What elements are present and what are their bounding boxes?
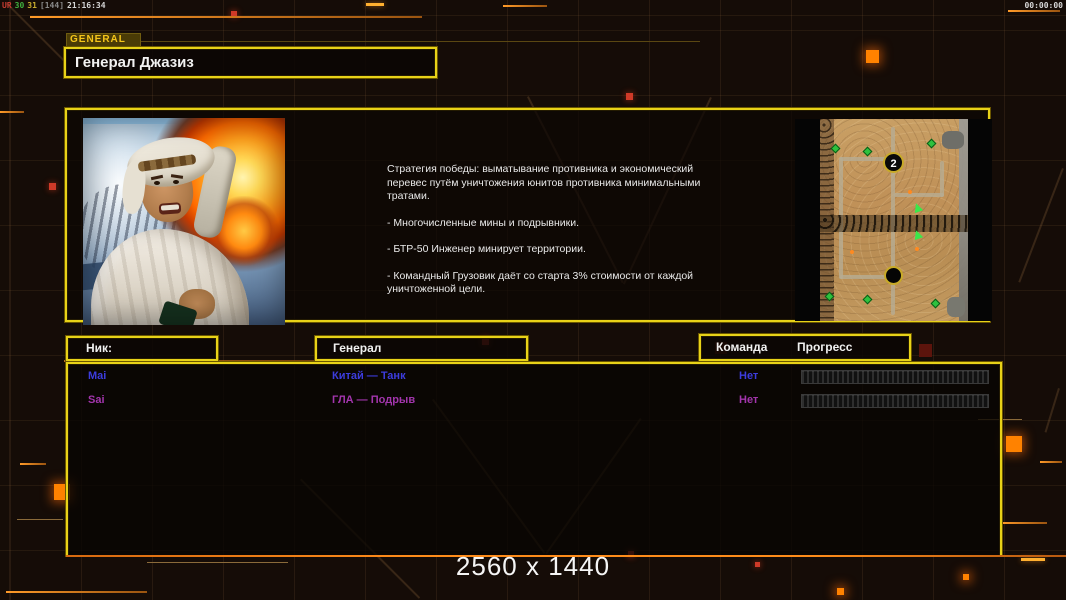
fps-overlay: UR 30 31 [144] 21:16:34	[2, 1, 109, 10]
general-title-box: Генерал Джазиз	[64, 47, 437, 78]
minimap-debris-band	[820, 215, 968, 232]
deco-line	[30, 16, 422, 18]
general-title: Генерал Джазиз	[75, 54, 194, 71]
minimap: 2	[795, 119, 992, 321]
fps-segment: 31	[27, 1, 37, 10]
fps-segment: UR	[2, 1, 12, 10]
general-portrait	[83, 118, 285, 325]
portrait-vignette	[83, 118, 285, 325]
fps-segment: 30	[14, 1, 25, 10]
deco-line	[503, 5, 547, 7]
minimap-cliff-blob	[942, 131, 964, 149]
deco-square	[49, 183, 56, 190]
fps-segment: [144]	[39, 1, 65, 10]
player-row: Mai Китай — Танк Нет	[68, 367, 1000, 389]
deco-square	[919, 344, 932, 357]
deco-line	[6, 591, 147, 593]
unit-marker	[908, 190, 912, 194]
start-position-marker: 2	[883, 152, 904, 173]
deco-square	[837, 588, 844, 595]
deco-square	[866, 50, 879, 63]
progress-bar	[801, 370, 989, 384]
player-row: Sai ГЛА — Подрыв Нет	[68, 391, 1000, 413]
strategy-text: Стратегия победы: выматывание противника…	[387, 163, 719, 310]
deco-line	[366, 3, 384, 6]
player-team: Нет	[739, 370, 759, 382]
deco-line	[1040, 461, 1062, 463]
resolution-label: 2560 x 1440	[455, 551, 611, 581]
deco-line	[1001, 522, 1047, 524]
column-header-label: Ник:	[86, 341, 113, 355]
progress-bar	[801, 394, 989, 408]
deco-line	[17, 519, 63, 520]
briefing-panel: Стратегия победы: выматывание противника…	[65, 108, 992, 325]
deco-line	[20, 463, 46, 465]
minimap-road	[940, 161, 944, 197]
unit-marker	[850, 250, 854, 254]
player-team: Нет	[739, 394, 759, 406]
player-general: ГЛА — Подрыв	[332, 394, 416, 406]
column-header-team-progress: Команда Прогресс	[699, 334, 911, 361]
unit-marker	[915, 247, 919, 251]
players-panel: Mai Китай — Танк Нет Sai ГЛА — Подрыв Не…	[66, 362, 1002, 556]
strategy-paragraph: - Командный Грузовик даёт со старта 3% с…	[387, 269, 694, 296]
minimap-road	[894, 193, 944, 197]
column-header-label: Команда	[716, 340, 768, 354]
strategy-paragraph: - Многочисленные мины и подрывники.	[387, 216, 580, 229]
column-header-label: Прогресс	[797, 340, 853, 354]
minimap-cliff-blob	[947, 297, 965, 317]
strategy-paragraph: - БТР-50 Инженер минирует территории.	[387, 243, 586, 255]
deco-square	[626, 93, 633, 100]
strategy-paragraph: Стратегия победы: выматывание противника…	[387, 163, 701, 202]
deco-line	[0, 111, 24, 113]
match-timer: 00:00:00	[1024, 1, 1063, 10]
column-header-nick: Ник:	[66, 336, 218, 361]
player-general: Китай — Танк	[332, 370, 406, 382]
general-tab: GENERAL	[66, 33, 141, 47]
deco-square	[1006, 436, 1022, 452]
column-header-label: Генерал	[333, 341, 382, 355]
fps-segment: 21:16:34	[67, 1, 106, 10]
loading-screen: UR 30 31 [144] 21:16:34 00:00:00 GENERAL Ген…	[0, 0, 1066, 600]
player-nick: Sai	[88, 394, 105, 406]
deco-line	[1008, 10, 1060, 12]
start-position-marker	[884, 266, 903, 285]
deco-line	[140, 41, 700, 42]
player-nick: Mai	[88, 370, 107, 382]
column-header-general: Генерал	[315, 336, 528, 361]
minimap-terrain: 2	[820, 119, 968, 321]
